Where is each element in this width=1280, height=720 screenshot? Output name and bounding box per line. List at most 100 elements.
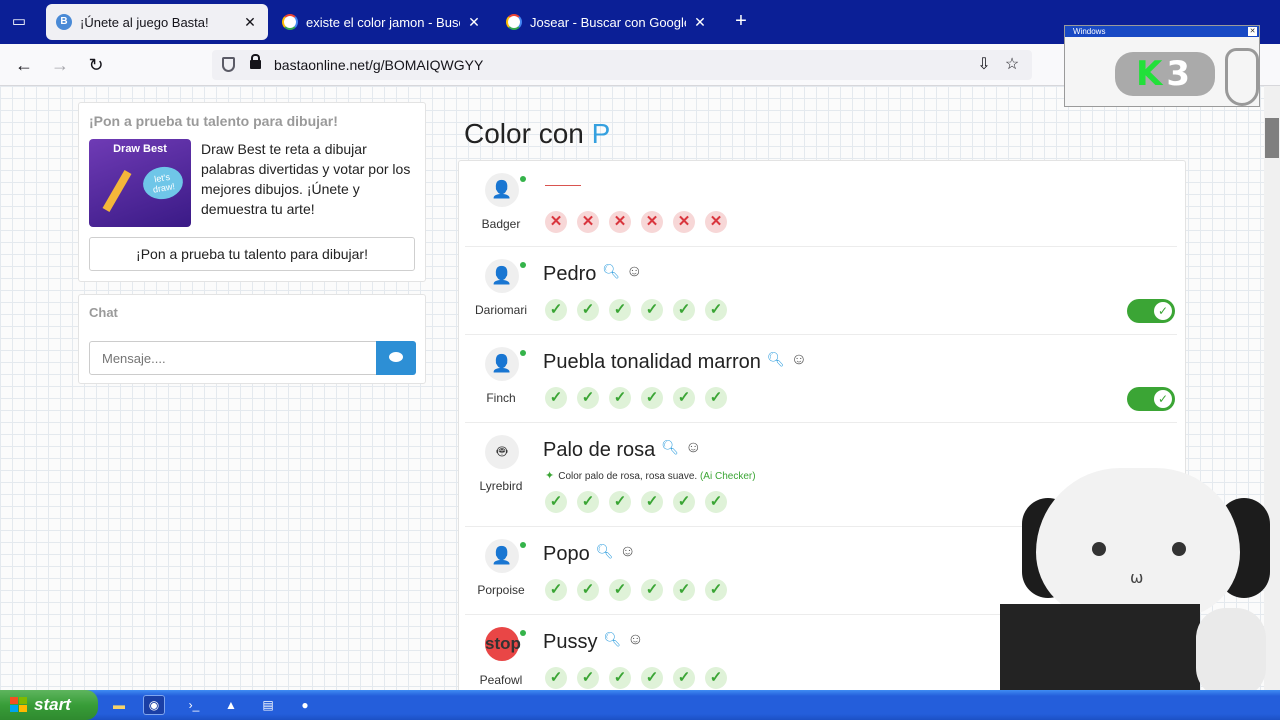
vote-approve-icon[interactable]: ✓ [609,579,631,601]
vote-approve-icon[interactable]: ✓ [641,491,663,513]
tab-list-icon[interactable]: ▭ [8,12,30,32]
online-status-dot [520,630,526,636]
vote-approve-icon[interactable]: ✓ [673,387,695,409]
chat-message-input[interactable] [89,341,377,375]
vote-approve-icon[interactable]: ✓ [609,387,631,409]
vote-approve-icon[interactable]: ✓ [545,579,567,601]
vote-approve-icon[interactable]: ✓ [641,579,663,601]
stop-sign-icon: stop [485,627,521,661]
vote-reject-icon[interactable]: ✕ [673,211,695,233]
vote-approve-icon[interactable]: ✓ [705,299,727,321]
forward-button[interactable]: → [48,54,72,76]
terminal-icon[interactable]: ›_ [183,695,205,715]
vote-approve-icon[interactable]: ✓ [545,299,567,321]
download-icon[interactable]: ⇩ [974,55,994,75]
vote-approve-icon[interactable]: ✓ [705,667,727,689]
vote-approve-icon[interactable]: ✓ [609,667,631,689]
reload-button[interactable]: ↻ [84,54,108,76]
vote-approve-icon[interactable]: ✓ [545,491,567,513]
taskbar: start ▬ ◉ ›_ ▲ ▤ ● [0,690,1280,720]
vote-approve-icon[interactable]: ✓ [673,299,695,321]
chat-send-button[interactable] [376,341,416,375]
vote-approve-icon[interactable]: ✓ [609,491,631,513]
logo-3: 3 [1166,54,1195,94]
category-prefix: Color con [464,118,584,149]
user-icon: 👤 [491,354,513,373]
avatar: 🤖︎ [485,435,519,469]
app-icon[interactable]: ▲ [220,695,242,715]
answer-word: Popo [543,543,590,565]
window-icon[interactable]: ▤ [257,695,279,715]
close-icon[interactable]: ✕ [1248,27,1257,36]
close-icon[interactable]: ✕ [692,14,708,31]
tab-google-josear[interactable]: G Josear - Buscar con Google ✕ [496,4,718,40]
vote-approve-icon[interactable]: ✓ [705,579,727,601]
vote-list: ✓ ✓ ✓ ✓ ✓ ✓ [545,579,727,601]
start-button[interactable]: start [0,690,98,720]
category-heading: Color con P [464,118,610,150]
vote-approve-icon[interactable]: ✓ [577,299,599,321]
overlay-window-title: Windows [1073,27,1106,36]
vote-approve-icon[interactable]: ✓ [577,667,599,689]
add-reaction-icon[interactable]: ☺ [627,631,643,649]
lock-icon[interactable] [250,54,261,69]
vote-reject-icon[interactable]: ✕ [609,211,631,233]
tab-basta[interactable]: B ¡Únete al juego Basta! ✕ [46,4,268,40]
vote-approve-icon[interactable]: ✓ [545,387,567,409]
new-tab-button[interactable]: + [730,10,752,32]
category-letter: P [591,118,611,149]
tab-google-jamon[interactable]: G existe el color jamon - Buscar con Goo… [272,4,492,40]
avatar: 👤 [485,347,519,381]
vote-approve-icon[interactable]: ✓ [705,387,727,409]
search-icon[interactable]: 🔍︎ [602,263,620,280]
folder-icon[interactable]: ▬ [108,695,130,715]
player-name: Badger [481,217,521,231]
address-bar[interactable]: bastaonline.net/g/BOMAIQWGYY ⇩ ☆ [212,50,1032,80]
scrollbar-thumb[interactable] [1265,118,1279,158]
close-icon[interactable]: ✕ [242,14,258,31]
paperclip-icon [1225,48,1259,106]
vote-approve-icon[interactable]: ✓ [641,667,663,689]
add-reaction-icon[interactable]: ☺ [791,351,807,369]
obs-icon[interactable]: ● [294,695,316,715]
add-reaction-icon[interactable]: ☺ [620,543,636,561]
vote-approve-icon[interactable]: ✓ [609,299,631,321]
search-icon[interactable]: 🔍︎ [767,351,785,368]
draw-best-button[interactable]: ¡Pon a prueba tu talento para dibujar! [89,237,415,271]
vote-toggle[interactable]: ✓ [1127,299,1175,323]
vote-approve-icon[interactable]: ✓ [673,579,695,601]
vote-approve-icon[interactable]: ✓ [641,299,663,321]
back-button[interactable]: ← [12,54,36,76]
add-reaction-icon[interactable]: ☺ [685,439,701,457]
cat-head [1036,468,1240,618]
vote-approve-icon[interactable]: ✓ [577,387,599,409]
cat-eye [1092,542,1106,556]
vote-approve-icon[interactable]: ✓ [545,667,567,689]
bookmark-star-icon[interactable]: ☆ [1002,55,1022,75]
vote-approve-icon[interactable]: ✓ [577,491,599,513]
close-icon[interactable]: ✕ [466,14,482,31]
search-icon[interactable]: 🔍︎ [661,439,679,456]
vote-approve-icon[interactable]: ✓ [673,667,695,689]
ai-checker-link[interactable]: (Ai Checker) [700,471,756,482]
cat-with-headphones-image: ω [1000,458,1280,720]
answer-row: 👤 Finch Puebla tonalidad marron 🔍︎ ☺ ✓ ✓ ✓… [465,335,1177,423]
user-icon: 👤 [491,266,513,285]
search-icon[interactable]: 🔍︎ [603,631,621,648]
add-reaction-icon[interactable]: ☺ [626,263,642,281]
vote-reject-icon[interactable]: ✕ [705,211,727,233]
vote-approve-icon[interactable]: ✓ [705,491,727,513]
shield-icon[interactable] [222,57,235,72]
vote-reject-icon[interactable]: ✕ [641,211,663,233]
vote-approve-icon[interactable]: ✓ [673,491,695,513]
vote-reject-icon[interactable]: ✕ [545,211,567,233]
vote-approve-icon[interactable]: ✓ [641,387,663,409]
vote-reject-icon[interactable]: ✕ [577,211,599,233]
browser-task-icon[interactable]: ◉ [143,695,165,715]
url-text[interactable]: bastaonline.net/g/BOMAIQWGYY [274,57,483,73]
vote-approve-icon[interactable]: ✓ [577,579,599,601]
search-icon[interactable]: 🔍︎ [596,543,614,560]
answer-text: Popo 🔍︎ ☺ [543,543,636,566]
draw-best-image[interactable]: Draw Best let's draw! [89,139,191,227]
vote-toggle[interactable]: ✓ [1127,387,1175,411]
